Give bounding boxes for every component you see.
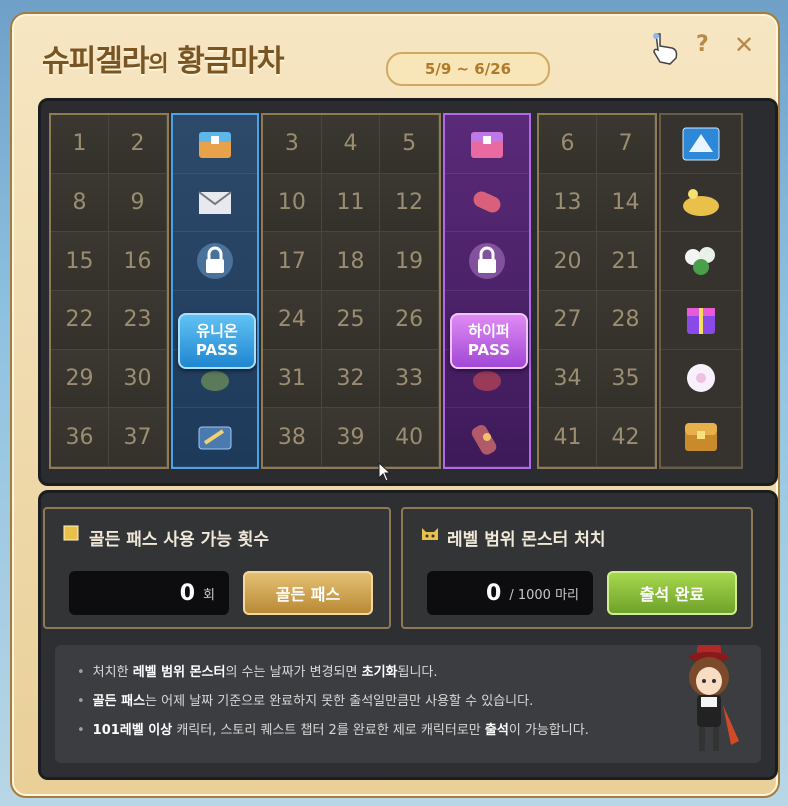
day-cell: 20 (539, 232, 597, 291)
day-cell: 15 (51, 232, 109, 291)
day-group-middle: 3 4 5 10 11 12 17 18 19 24 25 26 31 32 3… (261, 113, 441, 469)
day-cell: 38 (263, 408, 322, 467)
monster-count: 0 (486, 580, 502, 606)
ornament-icon (445, 408, 529, 467)
skill-card-icon[interactable] (661, 115, 741, 174)
scroll-icon (445, 174, 529, 233)
day-cell: 11 (321, 173, 381, 233)
treasure-chest-icon[interactable] (661, 408, 741, 467)
flower-bundle-icon[interactable] (661, 232, 741, 291)
golden-pass-button[interactable]: 골든 패스 (243, 571, 373, 615)
day-cell: 10 (263, 173, 322, 233)
monster-counter: 0 / 1000 마리 (427, 571, 593, 615)
day-cell: 12 (380, 173, 439, 233)
chest-icon (445, 115, 529, 174)
day-cell: 29 (51, 349, 109, 409)
day-cell: 24 (263, 291, 322, 350)
golden-pass-unit: 회 (203, 587, 215, 603)
day-cell: 27 (539, 291, 597, 350)
lock-icon (173, 232, 257, 291)
day-cell: 37 (109, 408, 167, 467)
cat-face-icon (421, 525, 439, 545)
mouse-cursor-icon (378, 461, 392, 486)
status-panel: 골든 패스 사용 가능 횟수 0 회 골든 패스 레벨 범위 몬스터 처치 0 … (38, 490, 778, 780)
day-cell: 6 (539, 115, 597, 174)
attendance-board: 1 2 8 9 15 16 22 23 29 30 36 37 유니온 PASS (38, 98, 778, 486)
chest-icon (173, 115, 257, 174)
day-cell: 25 (321, 291, 381, 350)
gift-box-icon[interactable] (661, 291, 741, 350)
day-cell: 16 (109, 232, 167, 291)
golden-pass-count: 0 (179, 580, 196, 606)
close-button[interactable]: ✕ (734, 31, 754, 59)
notice-line-3: • 101레벨 이상 캐릭터, 스토리 퀘스트 챕터 2를 완료한 제로 캐릭터로… (77, 723, 589, 738)
day-cell: 18 (321, 232, 381, 291)
day-cell: 26 (380, 291, 439, 350)
day-cell: 41 (539, 408, 597, 467)
day-cell: 9 (109, 173, 167, 233)
envelope-icon (173, 174, 257, 233)
notice-line-1: • 처치한 레벨 범위 몬스터의 수는 날짜가 변경되면 초기화됩니다. (77, 665, 438, 680)
event-date-range: 5/9 ~ 6/26 (386, 52, 550, 86)
reward-column (659, 113, 743, 469)
day-cell: 4 (321, 115, 381, 174)
union-pass-button[interactable]: 유니온 PASS (178, 313, 256, 369)
attendance-complete-button[interactable]: 출석 완료 (607, 571, 737, 615)
day-cell: 32 (321, 349, 381, 409)
day-cell: 31 (263, 349, 322, 409)
golden-pass-title: 골든 패스 사용 가능 횟수 (89, 530, 270, 550)
day-cell: 13 (539, 173, 597, 233)
day-cell: 14 (597, 173, 655, 233)
day-cell: 5 (380, 115, 439, 174)
day-cell: 35 (597, 349, 655, 409)
day-cell: 42 (597, 408, 655, 467)
day-cell: 23 (109, 291, 167, 350)
hand-pointer-icon (648, 30, 684, 70)
day-cell: 21 (597, 232, 655, 291)
help-button[interactable]: ? (696, 32, 709, 57)
day-cell: 8 (51, 173, 109, 233)
flower-icon[interactable] (661, 350, 741, 409)
golden-pass-counter: 0 회 (69, 571, 229, 615)
day-cell: 39 (321, 408, 381, 467)
day-cell: 36 (51, 408, 109, 467)
day-group-left: 1 2 8 9 15 16 22 23 29 30 36 37 (49, 113, 169, 469)
day-cell: 1 (51, 115, 109, 174)
day-cell: 22 (51, 291, 109, 350)
day-cell: 2 (109, 115, 167, 174)
hyper-pass-column (443, 113, 531, 469)
monster-title: 레벨 범위 몬스터 처치 (447, 530, 606, 550)
day-group-right: 6 7 13 14 20 21 27 28 34 35 41 42 (537, 113, 657, 469)
character-portrait-icon (667, 645, 753, 767)
notice-line-2: • 골든 패스는 어제 날짜 기준으로 완료하지 못한 출석일만큼만 사용할 수 … (77, 694, 534, 709)
monster-panel: 레벨 범위 몬스터 처치 0 / 1000 마리 출석 완료 (401, 507, 753, 629)
day-cell: 30 (109, 349, 167, 409)
notice-box: • 처치한 레벨 범위 몬스터의 수는 날짜가 변경되면 초기화됩니다. • 골든 … (55, 645, 761, 763)
golden-pass-panel: 골든 패스 사용 가능 횟수 0 회 골든 패스 (43, 507, 391, 629)
window-title: 슈피겔라의 황금마차 (42, 44, 285, 79)
day-cell: 40 (380, 408, 439, 467)
hyper-pass-button[interactable]: 하이퍼 PASS (450, 313, 528, 369)
day-cell: 7 (597, 115, 655, 174)
day-cell: 3 (263, 115, 322, 174)
day-cell: 17 (263, 232, 322, 291)
union-pass-column (171, 113, 259, 469)
day-cell: 33 (380, 349, 439, 409)
lock-icon (445, 232, 529, 291)
golden-pass-icon (63, 525, 79, 545)
monster-unit: / 1000 마리 (509, 587, 579, 603)
day-cell: 28 (597, 291, 655, 350)
day-cell: 34 (539, 349, 597, 409)
ticket-icon (173, 408, 257, 467)
gold-leaf-icon[interactable] (661, 174, 741, 233)
day-cell: 19 (380, 232, 439, 291)
